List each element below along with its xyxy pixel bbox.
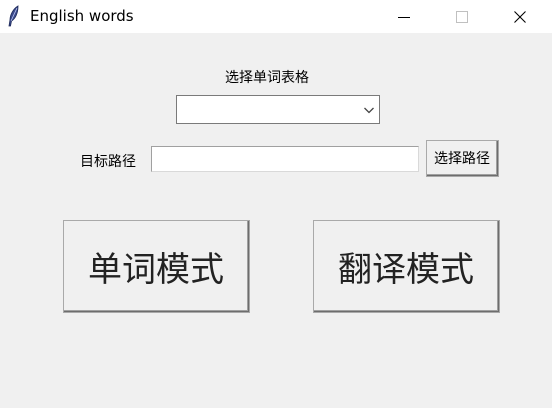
word-mode-button[interactable]: 单词模式 bbox=[63, 220, 250, 313]
maximize-button[interactable] bbox=[439, 0, 485, 33]
maximize-icon bbox=[456, 10, 468, 23]
close-button[interactable] bbox=[497, 0, 543, 33]
minimize-button[interactable] bbox=[381, 0, 427, 33]
select-table-label: 选择单词表格 bbox=[225, 70, 309, 86]
target-path-input[interactable] bbox=[151, 146, 419, 172]
title-bar[interactable]: English words bbox=[0, 0, 552, 33]
table-select[interactable] bbox=[176, 95, 380, 124]
chevron-down-icon bbox=[364, 107, 374, 114]
target-path-label: 目标路径 bbox=[80, 154, 136, 170]
close-icon bbox=[514, 10, 526, 23]
window-title: English words bbox=[30, 7, 134, 25]
app-window: English words 选择单词表格 目标路径 选择路径 单词模式 翻译模式 bbox=[0, 0, 552, 408]
choose-path-button[interactable]: 选择路径 bbox=[426, 140, 499, 177]
translate-mode-button[interactable]: 翻译模式 bbox=[313, 220, 500, 313]
minimize-icon bbox=[398, 16, 410, 18]
feather-icon bbox=[7, 5, 21, 27]
